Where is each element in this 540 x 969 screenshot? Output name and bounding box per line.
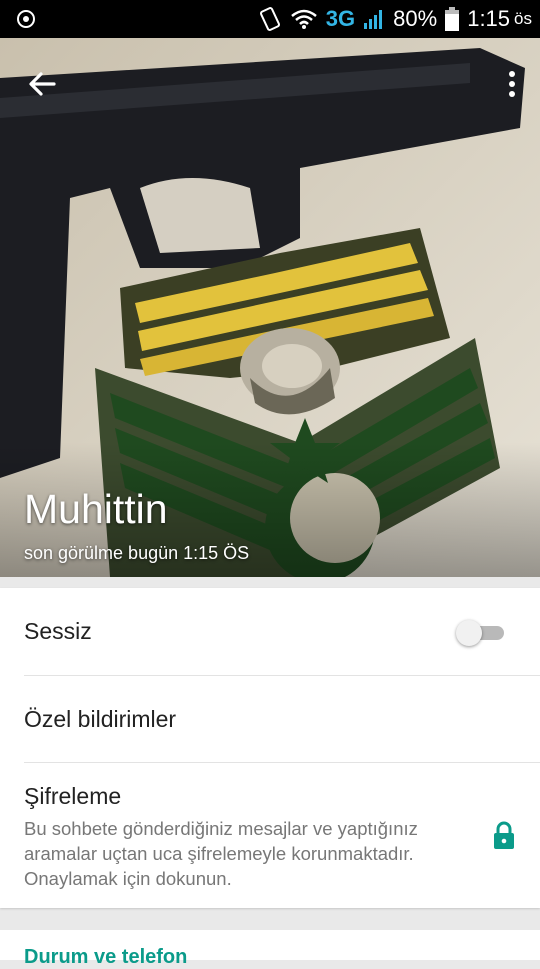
back-arrow-icon[interactable] bbox=[22, 64, 62, 104]
encryption-label: Şifreleme bbox=[24, 783, 122, 809]
mute-label: Sessiz bbox=[24, 618, 92, 644]
mute-toggle[interactable] bbox=[456, 620, 506, 646]
contact-name: Muhittin bbox=[24, 486, 168, 532]
status-phone-section-title: Durum ve telefon bbox=[24, 946, 188, 968]
lock-icon bbox=[494, 821, 514, 849]
signal-icon bbox=[364, 10, 383, 29]
mute-row[interactable]: Sessiz bbox=[0, 588, 540, 675]
vibrate-icon bbox=[259, 7, 280, 31]
profile-photo-header[interactable]: Muhittin son görülme bugün 1:15 ÖS bbox=[0, 38, 540, 577]
wifi-icon bbox=[290, 9, 317, 29]
last-seen-text: son görülme bugün 1:15 ÖS bbox=[24, 543, 250, 563]
custom-notifications-row[interactable]: Özel bildirimler bbox=[0, 676, 540, 762]
network-type: 3G bbox=[325, 6, 356, 31]
status-bar: 3G 80% 1:15 ös bbox=[0, 0, 540, 38]
app-notification-icon bbox=[17, 10, 35, 28]
clock: 1:15 bbox=[467, 6, 511, 31]
more-options-icon[interactable] bbox=[502, 64, 522, 104]
encryption-description: Bu sohbete gönderdiğiniz mesajlar ve yap… bbox=[24, 818, 418, 889]
custom-notifications-label: Özel bildirimler bbox=[24, 706, 177, 732]
battery-percent: 80% bbox=[393, 6, 438, 31]
clock-ampm: ös bbox=[514, 9, 532, 28]
mute-toggle-thumb bbox=[456, 620, 482, 646]
battery-icon bbox=[445, 7, 460, 31]
settings-card: Sessiz Özel bildirimler Şifreleme Bu soh… bbox=[0, 588, 540, 908]
